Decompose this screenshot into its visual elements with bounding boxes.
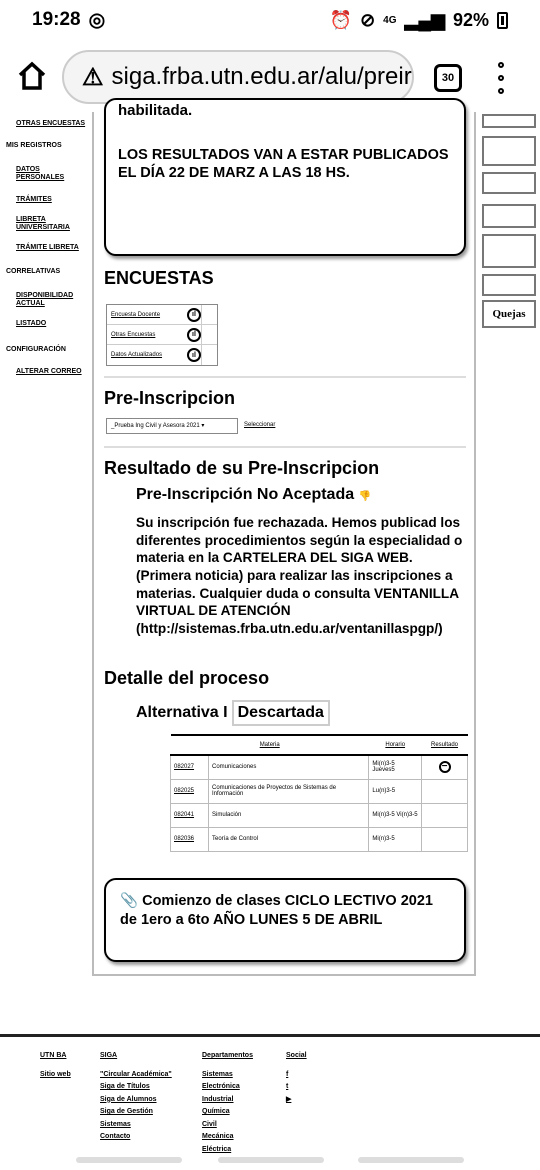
banner-link[interactable] (482, 274, 536, 296)
column-header: Materia (170, 734, 369, 756)
table-row: 082027 Comunicaciones Mi(n)3-5 Jueves5 − (170, 754, 468, 780)
table-row: 082041 Simulación Mi(n)3-5 Vi(n)3-5 (170, 802, 468, 828)
alternative-status-badge: Descartada (231, 700, 330, 726)
table-row: 082036 Teoría de Control Mi(n)3-5 (170, 826, 468, 852)
detalle-title: Detalle del proceso (104, 668, 270, 688)
footer-link[interactable]: Sistemas (202, 1069, 253, 1082)
footer-heading: UTN BA (40, 1052, 67, 1059)
encuestas-title: ENCUESTAS (104, 268, 214, 288)
network-label: 4G (383, 14, 397, 26)
footer-heading: SIGA (100, 1052, 118, 1059)
banner-link[interactable] (482, 204, 536, 228)
mute-icon: ⊘ (360, 9, 376, 30)
twitter-icon[interactable]: t (286, 1081, 307, 1094)
encuesta-link[interactable]: Datos Actualizados (107, 352, 187, 358)
encuesta-link[interactable]: Otras Encuestas (107, 332, 187, 338)
preinscripcion-select[interactable]: _Prueba Ing Civil y Asesora 2021 ▾ (106, 418, 238, 434)
url-bar[interactable]: ⚠ siga.frba.utn.edu.ar/alu/preir (62, 50, 414, 104)
divider (104, 446, 466, 448)
footer-link[interactable]: Sitio web (40, 1069, 71, 1082)
footer-link[interactable]: Contacto (100, 1131, 172, 1144)
facebook-icon[interactable]: f (286, 1069, 307, 1082)
notice-top-line: habilitada. (118, 102, 193, 119)
whatsapp-icon: ◎ (88, 9, 106, 31)
footer-link[interactable]: Electrónica (202, 1081, 253, 1094)
banner-link[interactable] (482, 172, 536, 194)
footer-heading: Social (286, 1052, 307, 1059)
sidebar-section-correlativas: CORRELATIVAS (6, 268, 61, 275)
sidebar-item-tramite-libreta[interactable]: TRÁMITE LIBRETA (16, 244, 79, 252)
classes-start-box: 📎 Comienzo de clases CICLO LECTIVO 2021 … (104, 878, 466, 962)
signal-icon: ▂▄▆ (404, 9, 445, 30)
survey-icon[interactable]: ıl (187, 307, 201, 322)
youtube-icon[interactable]: ▶ (286, 1094, 307, 1107)
footer-link[interactable]: "Circular Académica" (100, 1069, 172, 1082)
encuesta-row: Datos Actualizados ıl (107, 345, 217, 365)
footer-link[interactable]: Sistemas (100, 1119, 172, 1132)
battery-icon (497, 11, 508, 29)
results-notice-box: habilitada. LOS RESULTADOS VAN A ESTAR P… (104, 98, 466, 256)
sidebar-item-libreta[interactable]: LIBRETA UNIVERSITARIA (16, 216, 78, 232)
footer-link[interactable]: Mecánica (202, 1131, 253, 1144)
select-link[interactable]: Seleccionar (244, 422, 275, 428)
footer-link[interactable]: Siga de Alumnos (100, 1094, 172, 1107)
sidebar-item-disponibilidad[interactable]: DISPONIBILIDAD ACTUAL (16, 292, 78, 308)
tab-switcher-button[interactable]: 30 (434, 64, 462, 92)
footer-link[interactable]: Eléctrica (202, 1144, 253, 1157)
results-date-text: LOS RESULTADOS VAN A ESTAR PUBLICADOS EL… (118, 147, 449, 182)
quejas-banner[interactable]: Quejas (482, 300, 536, 328)
divider (104, 376, 466, 378)
classes-start-text: Comienzo de clases CICLO LECTIVO 2021 de… (120, 893, 433, 928)
banner-link[interactable] (482, 114, 536, 128)
rejected-icon: − (438, 761, 451, 774)
encuesta-row: Otras Encuestas ıl (107, 324, 217, 345)
footer-link[interactable]: Siga de Títulos (100, 1081, 172, 1094)
resultado-title: Resultado de su Pre-Inscripcion (104, 458, 380, 478)
sidebar-item-otras-encuestas[interactable]: OTRAS ENCUESTAS (16, 120, 85, 128)
preinscripcion-title: Pre-Inscripcion (104, 388, 236, 408)
encuesta-link[interactable]: Encuesta Docente (107, 312, 187, 318)
paperclip-icon: 📎 (120, 893, 139, 909)
encuesta-row: Encuesta Docente ıl (107, 304, 217, 325)
encuestas-table: Encuesta Docente ıl Otras Encuestas ıl D… (106, 304, 218, 366)
sidebar-section-mis-registros: MIS REGISTROS (6, 142, 62, 149)
banner-link[interactable] (482, 234, 536, 268)
subjects-table: Materia Horario Resultado 082027 Comunic… (170, 734, 468, 852)
table-row: 082025 Comunicaciones de Proyectos de Si… (170, 778, 468, 804)
survey-icon[interactable]: ıl (187, 327, 201, 342)
clock: 19:28 (32, 9, 81, 30)
status-message: Su inscripción fue rechazada. Hemos publ… (136, 515, 463, 637)
status-bar: 19:28 ◎ ⏰ ⊘ 4G ▂▄▆ 92% (0, 0, 540, 40)
footer-link[interactable]: Siga de Gestión (100, 1106, 172, 1119)
footer-link[interactable]: Industrial (202, 1094, 253, 1107)
footer-link[interactable]: Civil (202, 1119, 253, 1132)
sidebar-item-datos-personales[interactable]: DATOS PERSONALES (16, 166, 76, 182)
banner-link[interactable] (482, 136, 536, 166)
footer-heading: Departamentos (202, 1052, 253, 1059)
alternative-header: Alternativa I Descartada (136, 700, 330, 726)
sidebar-item-alterar-correo[interactable]: ALTERAR CORREO (16, 368, 82, 376)
column-header: Resultado (421, 734, 468, 756)
home-icon[interactable] (16, 60, 48, 92)
status-title: Pre-Inscripción No Aceptada 👎 (136, 486, 372, 503)
battery-percent: 92% (452, 9, 489, 30)
url-text: siga.frba.utn.edu.ar/alu/preir (111, 63, 412, 90)
nav-recents[interactable] (358, 1157, 464, 1163)
sidebar-section-configuracion: CONFIGURACIÓN (6, 346, 66, 353)
column-header: Horario (368, 734, 422, 756)
main-content: habilitada. LOS RESULTADOS VAN A ESTAR P… (92, 98, 476, 976)
thumbs-down-icon: 👎 (358, 491, 372, 502)
alarm-icon: ⏰ (329, 9, 353, 30)
survey-icon[interactable]: ıl (187, 348, 201, 362)
footer-link[interactable]: Química (202, 1106, 253, 1119)
sidebar-item-listado[interactable]: LISTADO (16, 320, 46, 328)
browser-menu-icon[interactable] (496, 62, 506, 94)
nav-back[interactable] (76, 1157, 182, 1163)
footer-divider (0, 1034, 540, 1037)
nav-home[interactable] (218, 1157, 324, 1163)
warning-icon: ⚠ (82, 63, 104, 91)
sidebar-item-tramites[interactable]: TRÁMITES (16, 196, 52, 204)
